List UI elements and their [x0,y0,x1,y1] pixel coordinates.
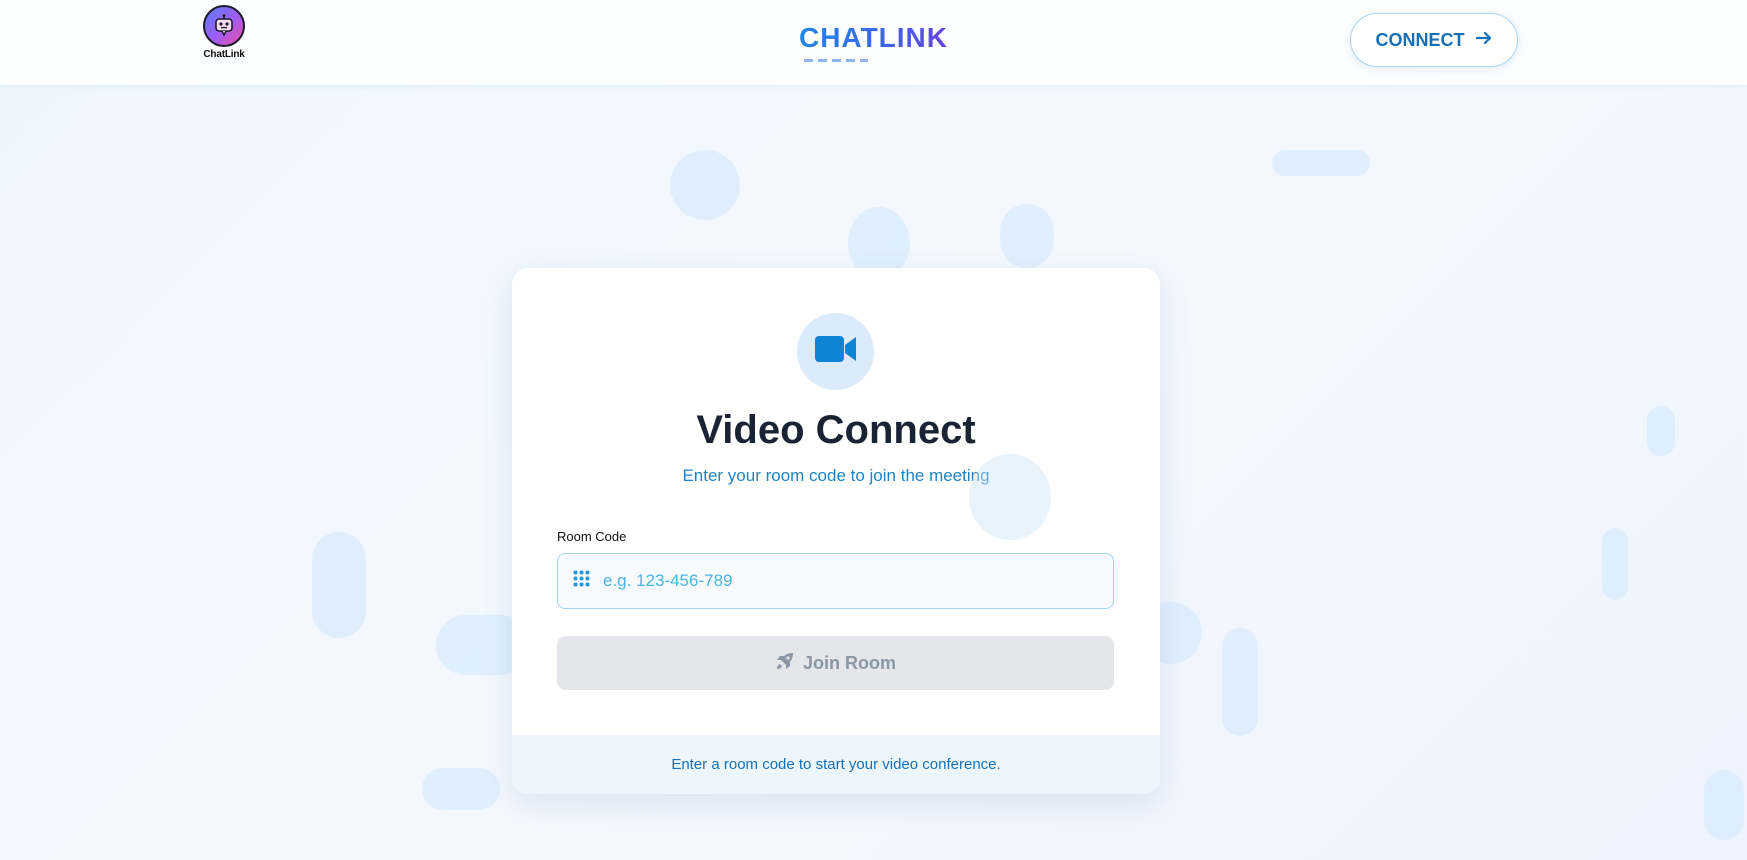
bg-bubble [1222,628,1258,736]
room-code-input[interactable]: e.g. 123-456-789 [557,553,1114,609]
bg-bubble [969,454,1051,540]
keypad-icon [573,570,590,592]
connect-button[interactable]: CONNECT [1350,13,1518,67]
arrow-right-icon [1475,29,1493,52]
top-navbar: ChatLink CHATLINK CONNECT [0,0,1747,85]
card-subtitle: Enter your room code to join the meeting [682,466,990,485]
card-title: Video Connect [696,408,976,452]
bg-bubble [1272,150,1370,176]
bg-bubble [1000,204,1054,268]
brand-underline [804,59,868,62]
video-camera-icon [814,334,858,369]
join-room-button[interactable]: Join Room [557,636,1114,690]
bg-bubble [422,768,500,810]
connect-button-label: CONNECT [1375,29,1465,50]
room-code-label: Room Code [557,529,627,544]
bg-bubble [312,532,366,638]
bg-bubble [1647,406,1675,456]
card-footer-text: Enter a room code to start your video co… [671,756,1001,773]
room-code-placeholder: e.g. 123-456-789 [603,571,733,590]
bg-bubble [1602,528,1628,600]
video-camera-icon-badge [797,313,874,390]
rocket-icon [775,651,795,676]
brand-title-text: CHATLINK [798,22,948,53]
join-room-label: Join Room [803,652,896,673]
card-footer: Enter a room code to start your video co… [512,735,1160,794]
bg-bubble [1704,770,1744,840]
bg-bubble [670,150,740,220]
join-room-card: Video Connect Enter your room code to jo… [512,268,1160,794]
